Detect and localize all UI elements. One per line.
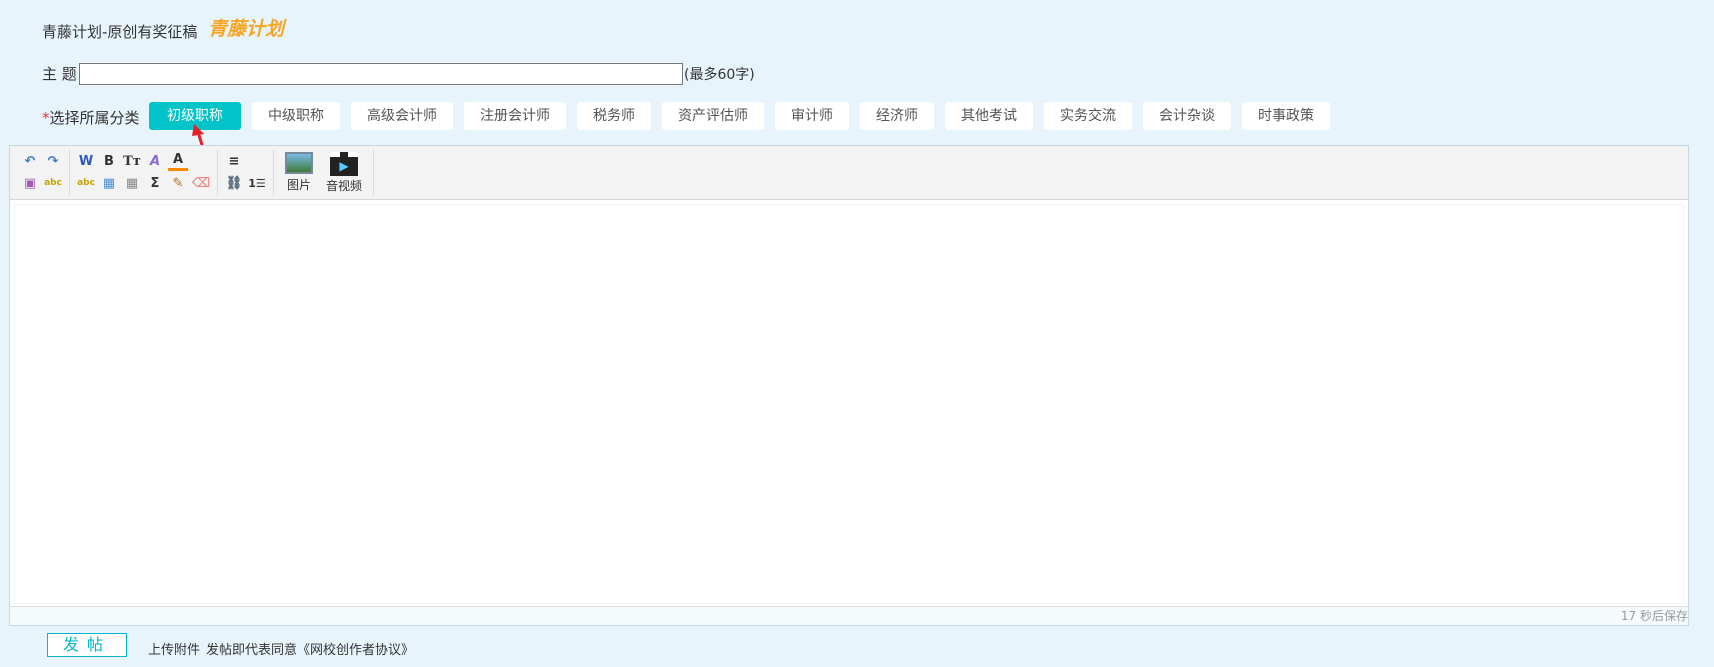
category-button[interactable]: 其他考试: [945, 102, 1033, 130]
rich-text-editor: ↶ ▣ ↷ abc W abc B ▦ Tт ▦ A Σ A ✎ ⌫ ≡ ⛓ 1…: [9, 145, 1689, 626]
category-label: *选择所属分类: [42, 107, 140, 128]
autosave-status: 17 秒后保存: [1620, 609, 1688, 623]
font-style-icon[interactable]: A: [145, 151, 165, 171]
font-color-icon[interactable]: A: [168, 151, 188, 171]
editor-statusbar: 17 秒后保存: [10, 606, 1688, 625]
category-button[interactable]: 时事政策: [1242, 102, 1330, 130]
save-icon[interactable]: ▣: [20, 173, 40, 193]
paste-word-icon[interactable]: W: [76, 151, 96, 171]
video-icon: ▶: [330, 151, 358, 176]
creator-agreement-link[interactable]: 发帖即代表同意《网校创作者协议》: [206, 639, 414, 658]
subject-input[interactable]: [79, 63, 683, 85]
category-button[interactable]: 高级会计师: [351, 102, 453, 130]
page-title: 青藤计划-原创有奖征稿: [42, 23, 198, 41]
editor-toolbar: ↶ ▣ ↷ abc W abc B ▦ Tт ▦ A Σ A ✎ ⌫ ≡ ⛓ 1…: [10, 146, 1688, 200]
empty-cell: [247, 151, 267, 171]
category-button[interactable]: 中级职称: [252, 102, 340, 130]
subject-hint: (最多60字): [684, 67, 755, 83]
ordered-list-icon[interactable]: 1☰: [247, 173, 267, 193]
upload-attachment-link[interactable]: 上传附件: [148, 639, 200, 658]
required-mark: *: [42, 109, 50, 127]
spellcheck-icon[interactable]: abc: [76, 173, 96, 193]
video-label: 音视频: [326, 178, 363, 193]
table-properties-icon[interactable]: ▦: [122, 173, 142, 193]
category-button[interactable]: 会计杂谈: [1143, 102, 1231, 130]
font-size-icon[interactable]: Tт: [122, 151, 142, 171]
category-button[interactable]: 经济师: [860, 102, 934, 130]
post-button[interactable]: 发帖: [47, 633, 127, 657]
formula-icon[interactable]: Σ: [145, 173, 165, 193]
subject-label: 主 题: [42, 65, 77, 83]
redo-icon[interactable]: ↷: [43, 151, 63, 171]
image-icon: [285, 152, 313, 174]
category-list: 初级职称 中级职称 高级会计师 注册会计师 税务师 资产评估师 审计师 经济师 …: [149, 102, 1330, 130]
category-label-text: 选择所属分类: [49, 109, 140, 127]
insert-video-button[interactable]: ▶ 音视频: [321, 150, 367, 196]
category-button[interactable]: 资产评估师: [662, 102, 764, 130]
editor-content-area[interactable]: [14, 204, 1684, 604]
category-button[interactable]: 审计师: [775, 102, 849, 130]
category-button[interactable]: 实务交流: [1044, 102, 1132, 130]
format-brush-icon[interactable]: ✎: [168, 173, 188, 193]
table-icon[interactable]: ▦: [99, 173, 119, 193]
bold-icon[interactable]: B: [99, 151, 119, 171]
qingteng-logo: 青藤计划: [208, 18, 285, 40]
image-label: 图片: [286, 178, 311, 192]
link-icon[interactable]: ⛓: [224, 173, 244, 193]
insert-image-button[interactable]: 图片: [280, 150, 318, 195]
empty-cell: [191, 151, 211, 171]
spellcheck-icon[interactable]: abc: [43, 173, 63, 193]
align-left-icon[interactable]: ≡: [224, 151, 244, 171]
undo-icon[interactable]: ↶: [20, 151, 40, 171]
category-button[interactable]: 税务师: [577, 102, 651, 130]
eraser-icon[interactable]: ⌫: [191, 173, 211, 193]
category-button[interactable]: 注册会计师: [464, 102, 566, 130]
